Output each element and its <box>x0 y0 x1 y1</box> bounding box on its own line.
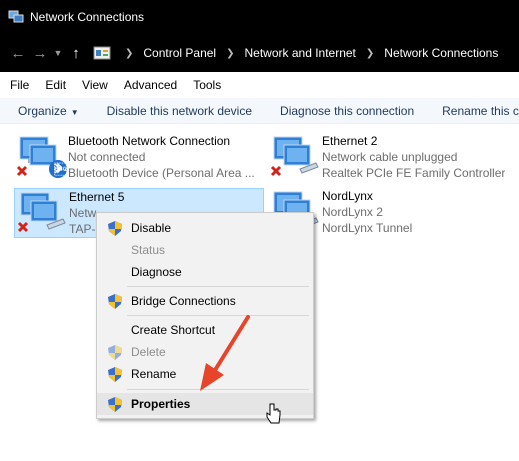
connection-status: Network cable unplugged <box>322 150 458 164</box>
uac-shield-icon <box>108 397 122 412</box>
network-connections-app-icon <box>8 10 24 23</box>
context-menu-label: Properties <box>131 397 191 411</box>
uac-shield-icon <box>108 294 122 309</box>
bluetooth-network-icon:  <box>14 133 68 183</box>
window-title: Network Connections <box>30 10 145 24</box>
context-menu-diagnose[interactable]: Diagnose <box>97 261 313 283</box>
address-bar: ← → ▼ ↑ ❯ Control Panel ❯ Network and In… <box>0 34 519 72</box>
rename-connection-button[interactable]: Rename this c <box>442 104 519 118</box>
recent-locations-chevron-icon[interactable]: ▼ <box>51 42 65 64</box>
connection-name: NordLynx <box>322 189 373 203</box>
organize-label: Organize <box>18 103 67 118</box>
chevron-down-icon: ▼ <box>70 107 79 117</box>
uac-shield-icon <box>108 345 122 360</box>
context-menu-label: Delete <box>131 345 166 359</box>
context-menu-disable[interactable]: Disable <box>97 217 313 239</box>
connection-item-ethernet-2[interactable]: Ethernet 2 Network cable unplugged Realt… <box>268 133 518 183</box>
context-menu-status[interactable]: Status <box>97 239 313 261</box>
breadcrumb-control-panel[interactable]: Control Panel <box>143 46 216 60</box>
connection-device: Realtek PCIe FE Family Controller <box>322 166 506 180</box>
red-arrow-annotation-icon <box>200 315 250 391</box>
uac-shield-icon <box>108 221 122 236</box>
breadcrumb-network-connections[interactable]: Network Connections <box>384 46 498 60</box>
connection-name: Ethernet 5 <box>69 190 125 204</box>
breadcrumb-separator-icon: ❯ <box>365 47 375 59</box>
ethernet-network-icon <box>15 189 69 239</box>
context-menu-label: Status <box>131 243 166 257</box>
up-arrow-icon[interactable]: ↑ <box>65 42 87 64</box>
breadcrumb-separator-icon: ❯ <box>125 47 134 59</box>
command-bar: Organize ▼ Disable this network device Di… <box>0 98 519 124</box>
connection-status: Not connected <box>68 150 146 164</box>
connection-device: Bluetooth Device (Personal Area ... <box>68 166 255 180</box>
menu-bar: File Edit View Advanced Tools <box>0 72 519 98</box>
title-bar: Network Connections <box>0 0 519 34</box>
menu-separator <box>127 286 309 287</box>
back-arrow-icon[interactable]: ← <box>7 42 29 64</box>
forward-arrow-icon[interactable]: → <box>29 42 51 64</box>
menu-file[interactable]: File <box>10 78 29 92</box>
mouse-cursor-icon <box>266 403 281 424</box>
diagnose-connection-button[interactable]: Diagnose this connection <box>280 104 414 118</box>
breadcrumb-separator-icon: ❯ <box>226 47 235 59</box>
connection-item-bluetooth[interactable]:  Bluetooth Network Connection Not conne… <box>14 133 264 183</box>
connection-device: NordLynx Tunnel <box>322 221 413 235</box>
organize-button[interactable]: Organize ▼ <box>18 104 79 118</box>
context-menu-label: Diagnose <box>131 265 182 279</box>
control-panel-icon <box>93 46 111 60</box>
menu-advanced[interactable]: Advanced <box>124 78 177 92</box>
menu-edit[interactable]: Edit <box>45 78 66 92</box>
context-menu-label: Rename <box>131 367 177 381</box>
connection-name: Ethernet 2 <box>322 134 378 148</box>
disable-device-button[interactable]: Disable this network device <box>107 104 252 118</box>
connection-status: NordLynx 2 <box>322 205 383 219</box>
menu-view[interactable]: View <box>82 78 108 92</box>
menu-tools[interactable]: Tools <box>193 78 221 92</box>
uac-shield-icon <box>108 367 122 382</box>
connection-name: Bluetooth Network Connection <box>68 134 231 148</box>
breadcrumb-network-and-internet[interactable]: Network and Internet <box>245 46 356 60</box>
ethernet-network-icon <box>268 133 322 183</box>
breadcrumb[interactable]: ❯ Control Panel ❯ Network and Internet ❯… <box>93 40 519 66</box>
context-menu-label: Disable <box>131 221 172 235</box>
